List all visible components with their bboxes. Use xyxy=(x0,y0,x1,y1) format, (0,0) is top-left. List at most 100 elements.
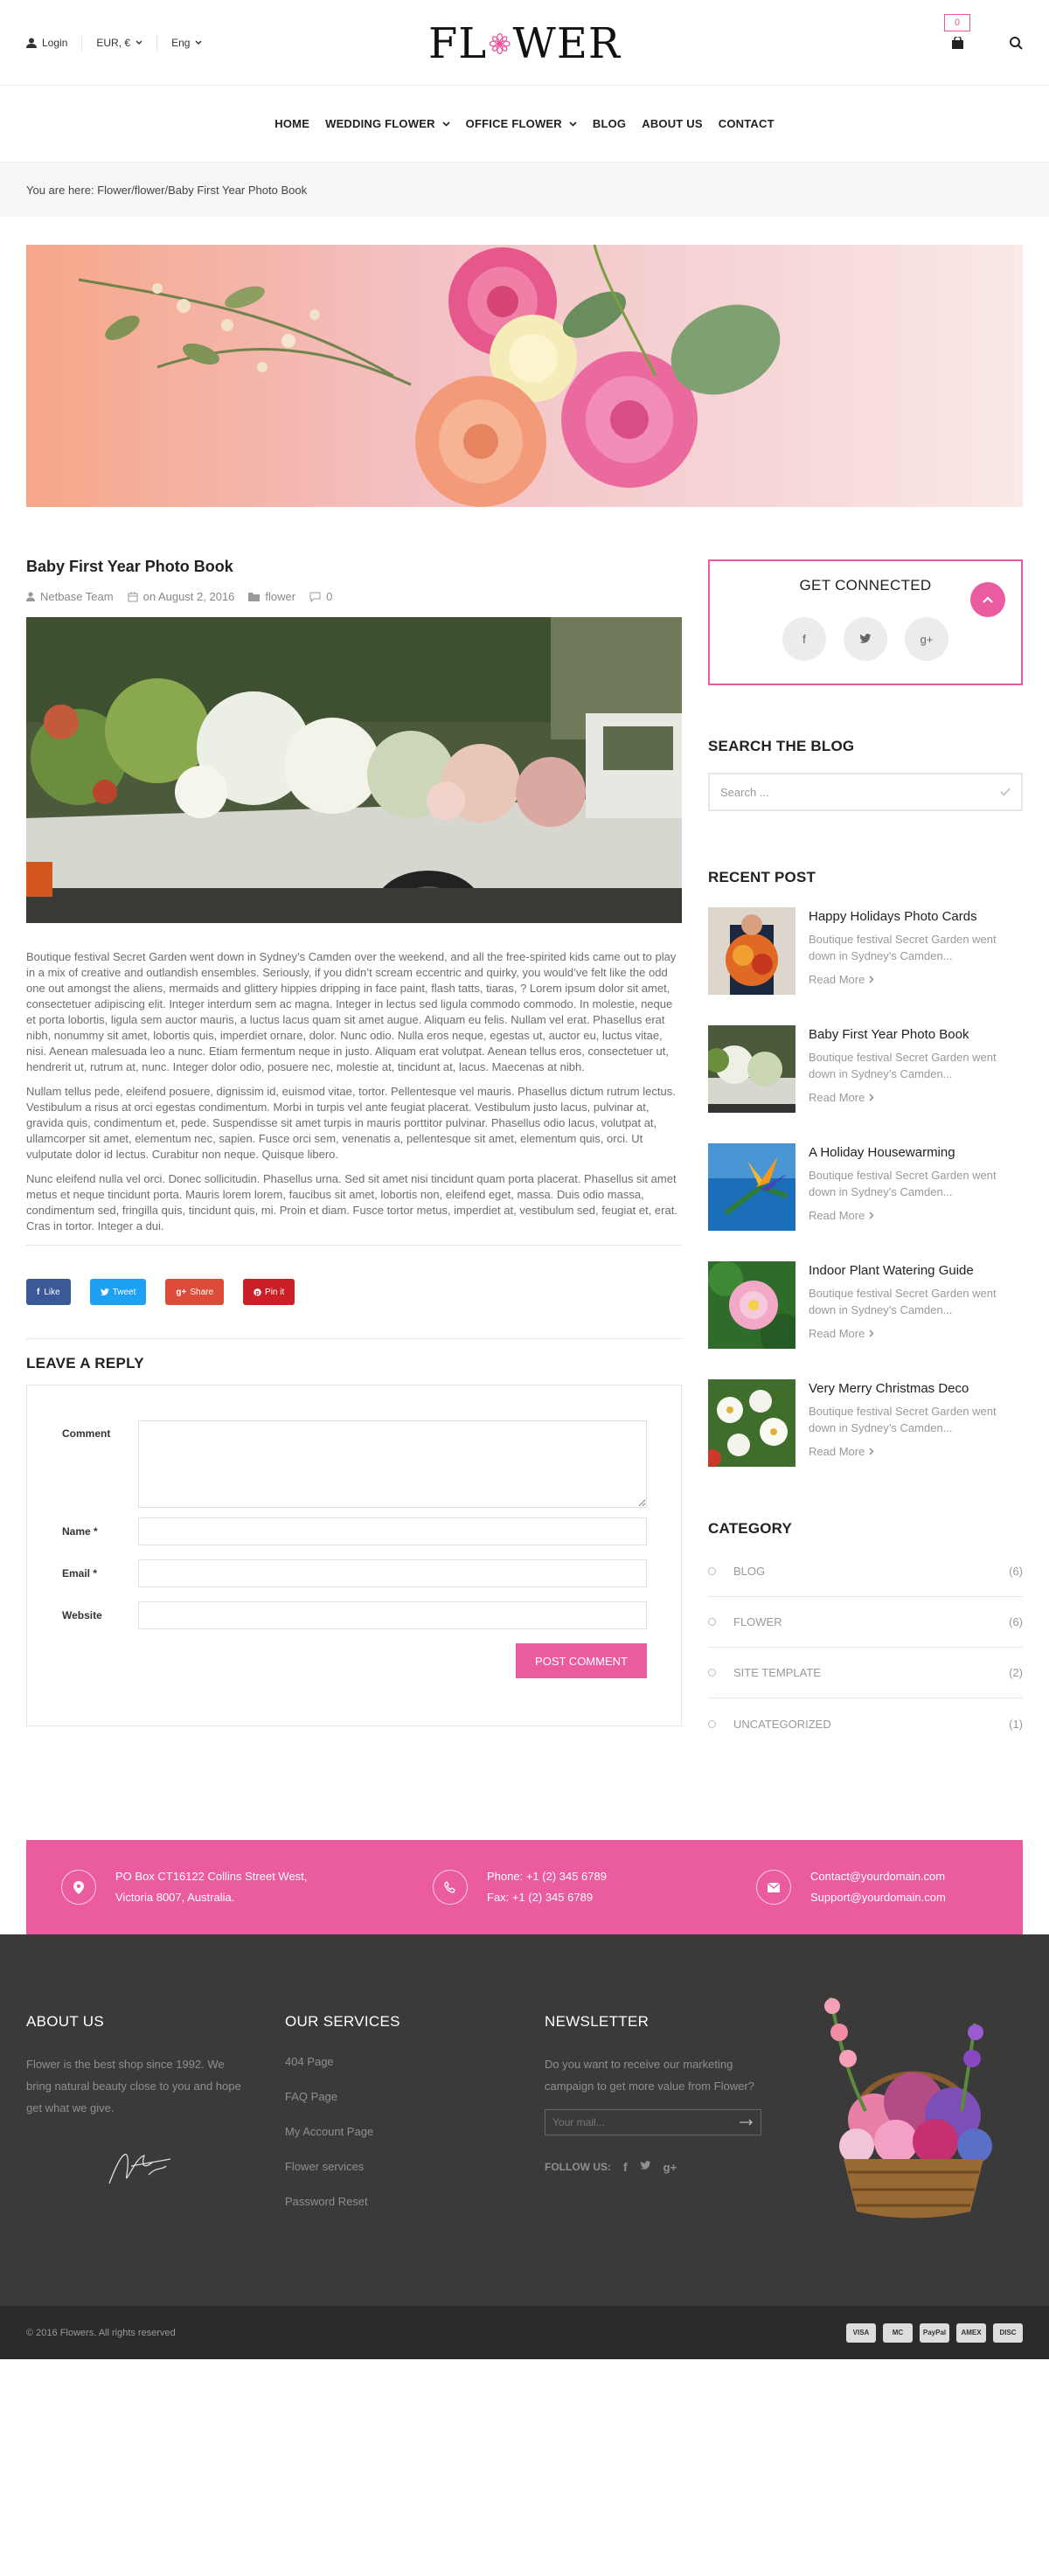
footer-services: OUR SERVICES 404 Page FAQ Page My Accoun… xyxy=(285,2013,460,2219)
post-paragraph: Nunc eleifend nulla vel orci. Donec soll… xyxy=(26,1172,677,1232)
read-more-link[interactable]: Read More xyxy=(809,1327,1023,1340)
comment-textarea[interactable] xyxy=(138,1420,647,1508)
footer-service-link[interactable]: 404 Page xyxy=(285,2045,460,2080)
twitter-icon[interactable] xyxy=(640,2161,651,2173)
category-item[interactable]: FLOWER (6) xyxy=(708,1597,1023,1648)
flower-bouquet-illustration xyxy=(78,245,781,507)
email-field[interactable] xyxy=(138,1559,647,1587)
recent-post-thumbnail[interactable] xyxy=(708,1261,795,1349)
phone-icon xyxy=(433,1870,468,1905)
recent-post-item[interactable]: A Holiday Housewarming Boutique festival… xyxy=(708,1143,1023,1261)
get-connected-widget: GET CONNECTED f g+ xyxy=(708,559,1023,685)
recent-post-title[interactable]: Indoor Plant Watering Guide xyxy=(809,1263,1023,1278)
login-link[interactable]: Login xyxy=(26,35,83,51)
category-item[interactable]: SITE TEMPLATE (2) xyxy=(708,1648,1023,1698)
website-field[interactable] xyxy=(138,1601,647,1629)
read-more-link[interactable]: Read More xyxy=(809,1445,1023,1458)
recent-post-text: Very Merry Christmas Deco Boutique festi… xyxy=(809,1379,1023,1497)
divider xyxy=(26,1245,682,1246)
twitter-icon xyxy=(859,634,872,643)
footer-service-link[interactable]: FAQ Page xyxy=(285,2080,460,2114)
white-flowers-thumbnail xyxy=(708,1379,795,1467)
recent-post-title[interactable]: Baby First Year Photo Book xyxy=(809,1027,1023,1042)
read-more-link[interactable]: Read More xyxy=(809,973,1023,986)
recent-post-thumbnail[interactable] xyxy=(708,1143,795,1231)
recent-post-item[interactable]: Very Merry Christmas Deco Boutique festi… xyxy=(708,1379,1023,1497)
recent-post-title[interactable]: A Holiday Housewarming xyxy=(809,1145,1023,1160)
website-label: Website xyxy=(62,1609,102,1621)
read-more-link[interactable]: Read More xyxy=(809,1209,1023,1222)
name-label: Name * xyxy=(62,1525,98,1538)
nav-contact[interactable]: CONTACT xyxy=(719,117,775,130)
arrow-right-icon[interactable] xyxy=(740,2119,754,2126)
envelope-icon xyxy=(756,1870,791,1905)
calendar-icon xyxy=(128,591,138,601)
post-comments[interactable]: 0 xyxy=(309,590,332,603)
language-select[interactable]: Eng xyxy=(157,35,216,51)
chevron-right-icon xyxy=(869,1330,874,1337)
scroll-to-top-button[interactable] xyxy=(970,582,1005,617)
category-item[interactable]: UNCATEGORIZED (1) xyxy=(708,1698,1023,1749)
bullet-icon xyxy=(708,1669,716,1677)
chevron-right-icon xyxy=(869,1212,874,1219)
check-icon[interactable] xyxy=(1000,788,1011,796)
recent-post-thumbnail[interactable] xyxy=(708,1025,795,1113)
address-line-1: PO Box CT16122 Collins Street West, xyxy=(115,1870,308,1883)
recent-post-item[interactable]: Happy Holidays Photo Cards Boutique fest… xyxy=(708,907,1023,1025)
logo-text-right: WER xyxy=(512,19,621,68)
flower-logo-icon xyxy=(489,32,511,55)
recent-post-thumbnail[interactable] xyxy=(708,1379,795,1467)
nav-home-label: HOME xyxy=(274,117,310,130)
contact-email-link[interactable]: Contact@yourdomain.com xyxy=(810,1866,946,1887)
nav-wedding-flower[interactable]: WEDDING FLOWER xyxy=(325,117,450,130)
tweet-button[interactable]: Tweet xyxy=(89,1279,147,1305)
recent-post-title: RECENT POST xyxy=(708,869,816,885)
post-featured-image xyxy=(26,617,682,923)
nav-home[interactable]: HOME xyxy=(274,117,309,130)
pinterest-button[interactable]: p Pin it xyxy=(243,1279,295,1305)
nav-about-us[interactable]: ABOUT US xyxy=(642,117,703,130)
nav-blog[interactable]: BLOG xyxy=(593,117,626,130)
category-count: (6) xyxy=(1009,1565,1023,1578)
search-icon[interactable] xyxy=(1010,37,1023,50)
post-category-label: flower xyxy=(265,590,296,603)
phone-number[interactable]: Phone: +1 (2) 345 6789 xyxy=(487,1866,607,1887)
address-line-2: Victoria 8007, Australia. xyxy=(115,1891,235,1904)
nav-office-flower[interactable]: OFFICE FLOWER xyxy=(466,117,577,130)
category-item[interactable]: BLOG (6) xyxy=(708,1546,1023,1597)
recent-post-title[interactable]: Very Merry Christmas Deco xyxy=(809,1381,1023,1396)
blog-search-input[interactable]: Search ... xyxy=(708,773,1023,811)
nav-contact-label: CONTACT xyxy=(718,117,775,130)
google-plus-icon: g+ xyxy=(920,632,934,646)
newsletter-email-input[interactable]: Your mail... xyxy=(545,2109,761,2135)
google-plus-icon[interactable]: g+ xyxy=(663,2161,677,2174)
cart-button[interactable]: 0 xyxy=(944,14,970,66)
flower-truck-illustration xyxy=(26,617,682,923)
facebook-icon[interactable]: f xyxy=(623,2160,628,2174)
footer-service-link[interactable]: My Account Page xyxy=(285,2114,460,2149)
footer-bottom-bar: © 2016 Flowers. All rights reserved VISA… xyxy=(0,2306,1049,2359)
google-share-button[interactable]: g+ Share xyxy=(165,1279,225,1305)
site-logo[interactable]: FL WER xyxy=(428,19,621,68)
recent-post-item[interactable]: Baby First Year Photo Book Boutique fest… xyxy=(708,1025,1023,1143)
recent-post-excerpt: Boutique festival Secret Garden went dow… xyxy=(809,1405,997,1434)
read-more-link[interactable]: Read More xyxy=(809,1091,1023,1104)
recent-post-item[interactable]: Indoor Plant Watering Guide Boutique fes… xyxy=(708,1261,1023,1379)
post-category[interactable]: flower xyxy=(248,590,295,603)
footer-service-link[interactable]: Flower services xyxy=(285,2149,460,2184)
recent-post-thumbnail[interactable] xyxy=(708,907,795,995)
divider xyxy=(26,1338,682,1339)
facebook-link[interactable]: f xyxy=(782,617,826,661)
post-author[interactable]: Netbase Team xyxy=(26,590,114,603)
post-comment-button[interactable]: POST COMMENT xyxy=(516,1643,647,1678)
recent-post-title[interactable]: Happy Holidays Photo Cards xyxy=(809,909,1023,924)
support-email-link[interactable]: Support@yourdomain.com xyxy=(810,1887,946,1908)
facebook-like-button[interactable]: f Like xyxy=(26,1279,71,1305)
footer-service-link[interactable]: Password Reset xyxy=(285,2184,460,2219)
name-field[interactable] xyxy=(138,1517,647,1545)
top-bar: Login EUR, € Eng FL WER 0 xyxy=(0,0,1049,86)
google-plus-link[interactable]: g+ xyxy=(905,617,948,661)
breadcrumb: You are here: Flower/flower/Baby First Y… xyxy=(0,163,1049,217)
currency-select[interactable]: EUR, € xyxy=(82,35,158,51)
twitter-link[interactable] xyxy=(844,617,887,661)
